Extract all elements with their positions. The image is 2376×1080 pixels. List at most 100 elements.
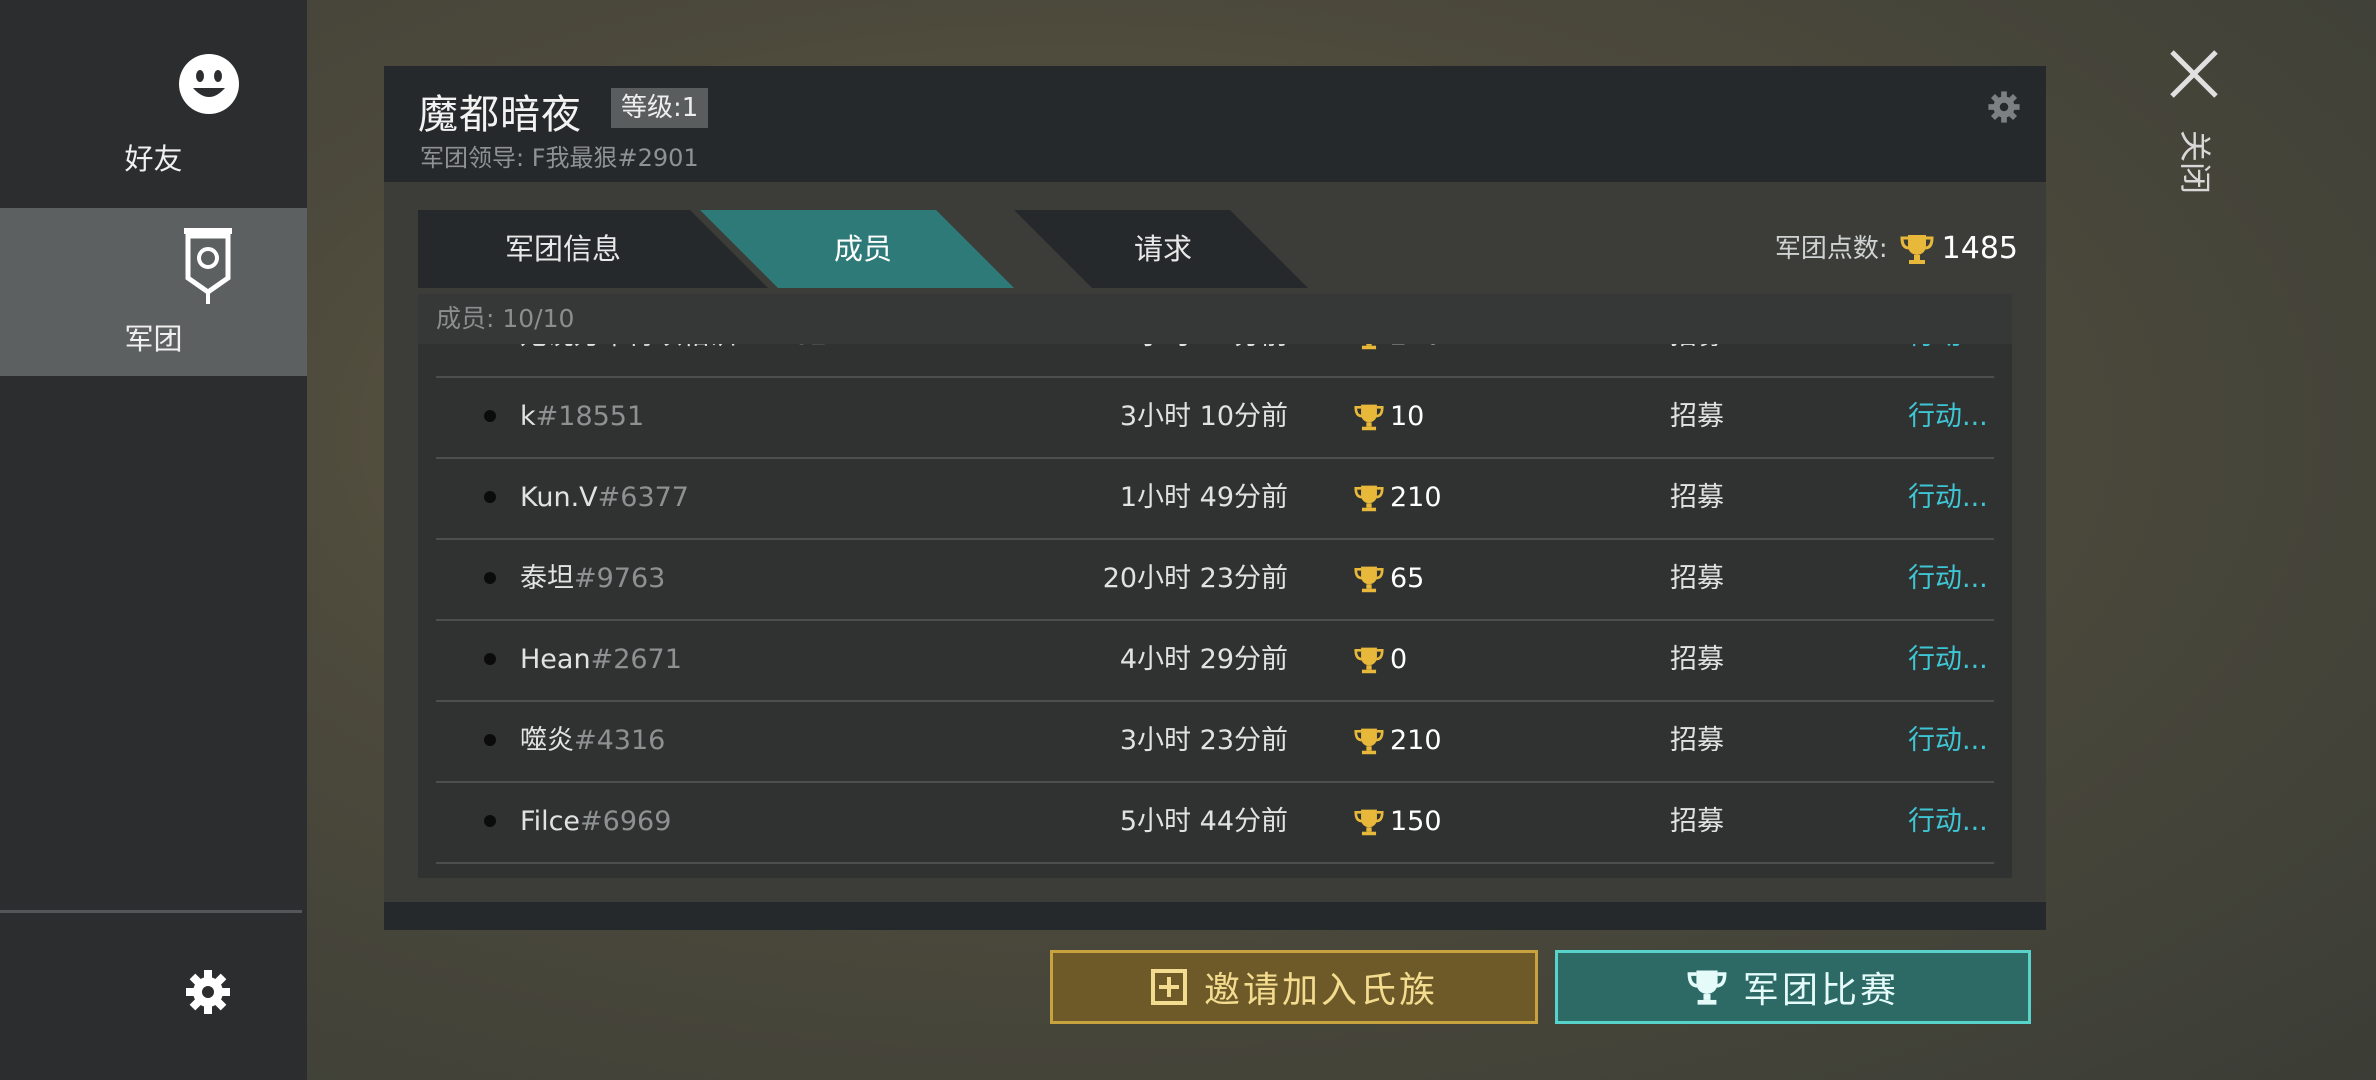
last-online: 5小时 44分前 (1119, 806, 1288, 837)
settings-gear-icon[interactable] (1987, 90, 2021, 124)
member-score: 150 (1354, 782, 1442, 862)
clan-points-value: 1485 (1941, 231, 2018, 266)
member-row[interactable]: Kun.V#6377 1小时 49分前 210 招募 行动... (436, 458, 1994, 540)
member-tag: #4316 (574, 725, 666, 756)
recruit-label: 招募 (1670, 725, 1724, 756)
member-name: k#18551 (520, 377, 644, 457)
tab-clan-info[interactable]: 军团信息 (418, 210, 708, 288)
action-menu-link[interactable]: 行动... (1908, 701, 1988, 781)
member-score: 0 (1354, 620, 1407, 700)
smiley-face-icon (179, 54, 239, 114)
invite-to-clan-button[interactable]: 邀请加入氏族 (1050, 950, 1538, 1024)
close-icon[interactable] (2166, 46, 2222, 102)
online-status-dot (484, 572, 496, 584)
last-online: 20小时 23分前 (1102, 563, 1288, 594)
member-name: 噬炎#4316 (520, 701, 665, 781)
sidebar: 好友 军团 (0, 0, 307, 1080)
clan-contest-button[interactable]: 军团比赛 (1555, 950, 2031, 1024)
recruit-label: 招募 (1670, 401, 1724, 432)
action-menu-link[interactable]: 行动... (1908, 782, 1988, 862)
clan-panel: 魔都暗夜 等级:1 军团领导: F我最狠#2901 军团信息 成员 请求 军团点… (384, 66, 2046, 930)
tab-bar: 军团信息 成员 请求 军团点数: 1485 (418, 210, 2018, 288)
member-score-value: 0 (1390, 644, 1408, 675)
tab-requests[interactable]: 请求 (1048, 210, 1278, 288)
trophy-icon (1900, 235, 1934, 264)
last-online: 3小时 10分前 (1119, 401, 1288, 432)
clan-name: 魔都暗夜 (418, 92, 582, 138)
member-score-value: 210 (1390, 482, 1442, 513)
close-label[interactable]: 关闭 (2168, 130, 2220, 194)
member-score-value: 10 (1390, 401, 1425, 432)
member-name: Kun.V#6377 (520, 458, 689, 538)
member-name: 泰坦#9763 (520, 539, 665, 619)
member-score-value: 210 (1390, 725, 1442, 756)
action-menu-link[interactable]: 行动... (1908, 377, 1988, 457)
online-status-dot (484, 815, 496, 827)
member-tag: #6969 (580, 806, 672, 837)
member-name: Filce#6969 (520, 782, 671, 862)
member-row[interactable]: 泰坦#9763 20小时 23分前 65 招募 行动... (436, 539, 1994, 621)
last-online: 3小时 23分前 (1119, 725, 1288, 756)
member-count: 成员: 10/10 (418, 294, 2012, 344)
online-status-dot (484, 734, 496, 746)
tab-members[interactable]: 成员 (748, 210, 978, 288)
member-row[interactable]: k#18551 3小时 10分前 10 招募 行动... (436, 377, 1994, 459)
member-score: 210 (1354, 458, 1442, 538)
member-name-text: Hean (520, 644, 591, 675)
trophy-icon (1687, 970, 1727, 1005)
member-score-value: 65 (1390, 563, 1425, 594)
gear-icon[interactable] (184, 968, 232, 1016)
sidebar-item-label: 军团 (124, 322, 183, 356)
clan-points-label: 军团点数: (1774, 234, 1888, 264)
member-name-text: Filce (520, 806, 581, 837)
member-name-text: Kun.V (520, 482, 598, 513)
sidebar-item-label: 好友 (124, 142, 183, 176)
clan-header: 魔都暗夜 等级:1 军团领导: F我最狠#2901 (384, 66, 2046, 182)
sidebar-item-clan[interactable]: 军团 (0, 208, 307, 376)
panel-footer (384, 902, 2046, 930)
trophy-icon (1354, 809, 1384, 836)
action-menu-link[interactable]: 行动... (1908, 458, 1988, 538)
contest-label: 军团比赛 (1742, 970, 1899, 1011)
plus-square-icon (1150, 969, 1187, 1005)
member-name-text: 噬炎 (520, 725, 574, 756)
trophy-icon (1354, 647, 1384, 674)
trophy-icon (1354, 404, 1384, 431)
member-score: 210 (1354, 701, 1442, 781)
member-row[interactable]: Filce#6969 5小时 44分前 150 招募 行动... (436, 782, 1994, 864)
member-score: 10 (1354, 377, 1424, 457)
clan-leader: 军团领导: F我最狠#2901 (420, 144, 699, 172)
action-menu-link[interactable]: 行动... (1908, 539, 1988, 619)
member-name: Hean#2671 (520, 620, 682, 700)
member-name-text: k (520, 401, 536, 432)
action-menu-link[interactable]: 行动... (1908, 620, 1988, 700)
level-badge: 等级:1 (611, 88, 709, 128)
trophy-icon (1354, 485, 1384, 512)
trophy-icon (1354, 566, 1384, 593)
recruit-label: 招募 (1670, 806, 1724, 837)
member-score-value: 150 (1390, 806, 1442, 837)
online-status-dot (484, 410, 496, 422)
recruit-label: 招募 (1670, 563, 1724, 594)
clan-points: 军团点数: 1485 (1775, 210, 2018, 288)
member-tag: #18551 (535, 401, 645, 432)
online-status-dot (484, 653, 496, 665)
member-tag: #6377 (597, 482, 689, 513)
member-name-text: 泰坦 (520, 563, 574, 594)
online-status-dot (484, 491, 496, 503)
trophy-icon (1354, 728, 1384, 755)
member-tag: #2671 (590, 644, 682, 675)
last-online: 4小时 29分前 (1119, 644, 1288, 675)
recruit-label: 招募 (1670, 644, 1724, 675)
clan-banner-icon (184, 228, 232, 304)
member-score: 65 (1354, 539, 1424, 619)
last-online: 1小时 49分前 (1119, 482, 1288, 513)
member-row[interactable]: Hean#2671 4小时 29分前 0 招募 行动... (436, 620, 1994, 702)
member-row[interactable]: 噬炎#4316 3小时 23分前 210 招募 行动... (436, 701, 1994, 783)
sidebar-divider (0, 910, 302, 913)
member-list[interactable]: 成员: 10/10 她说万幸得以相识#71024小时 14分前210招募行动..… (418, 294, 2012, 878)
recruit-label: 招募 (1670, 482, 1724, 513)
sidebar-item-friends[interactable]: 好友 (0, 0, 307, 208)
member-tag: #9763 (574, 563, 666, 594)
invite-label: 邀请加入氏族 (1203, 970, 1438, 1011)
